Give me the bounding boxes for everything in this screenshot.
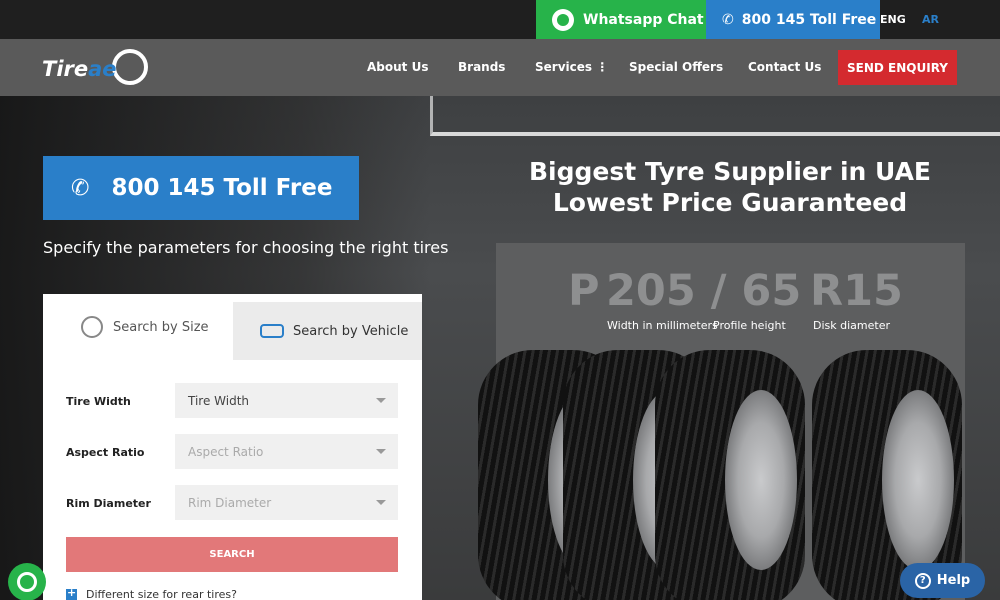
aspect-ratio-label: Aspect Ratio	[66, 446, 145, 459]
tab-search-by-vehicle[interactable]: Search by Vehicle	[233, 302, 422, 360]
tire-icon	[81, 316, 103, 338]
whatsapp-icon	[17, 572, 37, 592]
plus-icon	[66, 586, 77, 600]
search-button[interactable]: SEARCH	[66, 537, 398, 572]
chevron-down-icon	[376, 398, 386, 403]
car-icon	[260, 324, 284, 338]
tab-size-label: Search by Size	[113, 319, 209, 335]
logo[interactable]: Tireae	[42, 47, 150, 89]
tire-logo-icon	[112, 49, 148, 85]
tab-search-by-size[interactable]: Search by Size	[43, 294, 233, 360]
rear-size-label: Different size for rear tires?	[86, 588, 237, 600]
toll-free-big-label: 800 145 Toll Free	[111, 175, 333, 201]
aspect-ratio-value: Aspect Ratio	[188, 444, 264, 459]
chevron-down-icon	[376, 500, 386, 505]
parameters-text: Specify the parameters for choosing the …	[43, 238, 449, 257]
lang-eng-link[interactable]: ENG	[880, 13, 906, 26]
nav-contact-us[interactable]: Contact Us	[748, 60, 821, 74]
tab-vehicle-label: Search by Vehicle	[293, 323, 409, 339]
width-label: Width in millimeters	[607, 319, 718, 332]
nav-about-us[interactable]: About Us	[367, 60, 428, 74]
tire-width-value: Tire Width	[188, 393, 250, 408]
phone-icon: ✆	[71, 175, 90, 201]
size-code-width-profile: 205 / 65	[606, 266, 802, 316]
whatsapp-icon	[552, 8, 574, 31]
aspect-ratio-select[interactable]: Aspect Ratio	[175, 434, 398, 469]
tire-width-label: Tire Width	[66, 395, 131, 408]
size-code-p: P	[568, 266, 600, 316]
tire-width-select[interactable]: Tire Width	[175, 383, 398, 418]
rim-diameter-select[interactable]: Rim Diameter	[175, 485, 398, 520]
tire-image	[655, 350, 805, 600]
toll-free-button[interactable]: ✆ 800 145 Toll Free	[706, 0, 880, 39]
rim	[882, 390, 954, 570]
logo-text: Tireae	[42, 57, 117, 81]
hero-headline: Biggest Tyre Supplier in UAE Lowest Pric…	[500, 156, 960, 218]
headline-line-1: Biggest Tyre Supplier in UAE	[528, 157, 932, 186]
nav-brands[interactable]: Brands	[458, 60, 505, 74]
whatsapp-chat-label: Whatsapp Chat	[583, 11, 704, 28]
ceiling-light	[430, 96, 1000, 136]
main-navbar: Tireae About Us Brands Services ⋮ Specia…	[0, 39, 1000, 96]
chevron-down-icon	[376, 449, 386, 454]
rim	[725, 390, 797, 570]
size-code-rim: R15	[810, 266, 903, 316]
help-button[interactable]: ? Help	[900, 563, 985, 598]
rim-diameter-value: Rim Diameter	[188, 495, 272, 510]
whatsapp-chat-button[interactable]: Whatsapp Chat	[536, 0, 706, 39]
nav-special-offers[interactable]: Special Offers	[629, 60, 723, 74]
profile-height-label: Profile height	[713, 319, 786, 332]
rear-size-toggle[interactable]: Different size for rear tires?	[66, 586, 237, 600]
toll-free-label: 800 145 Toll Free	[741, 11, 877, 28]
toll-free-big-button[interactable]: ✆ 800 145 Toll Free	[43, 156, 359, 220]
headline-line-2: Lowest Price Guaranteed	[552, 188, 908, 217]
phone-icon: ✆	[722, 11, 734, 28]
whatsapp-float-button[interactable]	[8, 563, 46, 600]
help-label: Help	[936, 573, 971, 588]
nav-services[interactable]: Services ⋮	[535, 60, 608, 74]
rim-diameter-label: Rim Diameter	[66, 497, 151, 510]
question-icon: ?	[914, 572, 931, 589]
send-enquiry-button[interactable]: SEND ENQUIRY	[838, 50, 957, 85]
disk-diameter-label: Disk diameter	[813, 319, 890, 332]
lang-ar-link[interactable]: AR	[922, 13, 939, 26]
